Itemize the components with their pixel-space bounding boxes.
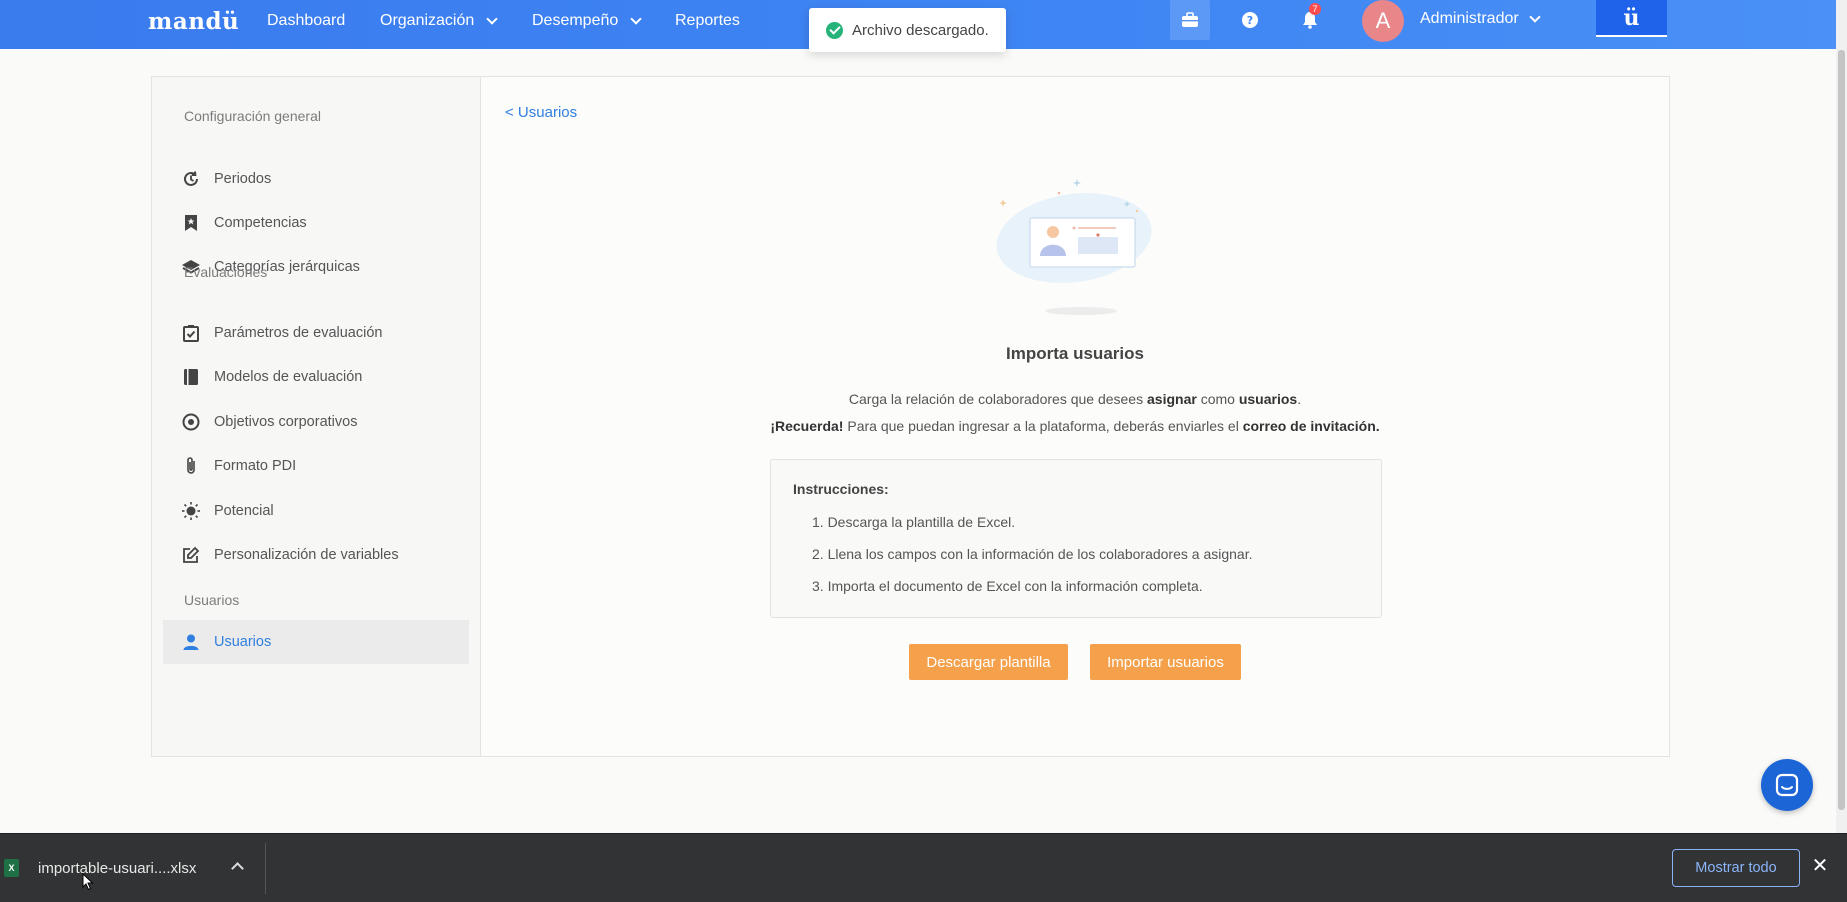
description-bold: ¡Recuerda! — [770, 418, 844, 434]
sidebar-item-label: Periodos — [214, 171, 272, 187]
target-icon — [181, 412, 201, 432]
description-text: Carga la relación de colaboradores que d… — [848, 391, 1147, 407]
show-all-downloads-button[interactable]: Mostrar todo — [1672, 849, 1800, 887]
download-toast: Archivo descargado. — [809, 8, 1006, 52]
description-bold: correo de invitación. — [1242, 418, 1380, 434]
page-scrollbar[interactable] — [1836, 0, 1847, 833]
user-name: Administrador — [1420, 10, 1519, 27]
sidebar-item-label: Parámetros de evaluación — [214, 325, 383, 341]
instruction-step: 2. Llena los campos con la información d… — [812, 546, 1253, 562]
bulb-icon — [181, 501, 201, 521]
check-circle-icon — [826, 21, 843, 39]
chevron-down-icon — [630, 12, 642, 25]
description-text: . — [1297, 391, 1302, 407]
avatar[interactable]: A — [1362, 0, 1404, 42]
settings-card: Configuración general Periodos Competenc… — [151, 76, 1670, 757]
description-line-1: Carga la relación de colaboradores que d… — [481, 391, 1669, 407]
nav-dashboard[interactable]: Dashboard — [267, 12, 345, 30]
download-file-name[interactable]: importable-usuari....xlsx — [38, 860, 196, 877]
bookmark-icon — [181, 213, 201, 233]
nav-dashboard-label: Dashboard — [267, 12, 346, 29]
settings-sidebar: Configuración general Periodos Competenc… — [152, 77, 481, 756]
nav-reportes[interactable]: Reportes — [675, 12, 740, 30]
description-text: como — [1196, 391, 1239, 407]
import-users-illustration — [996, 179, 1152, 315]
instruction-step: 1. Descarga la plantilla de Excel. — [812, 514, 1016, 530]
sidebar-item-periodos[interactable]: Periodos — [163, 157, 469, 201]
paperclip-icon — [181, 456, 201, 476]
notification-badge: 7 — [1309, 3, 1321, 15]
toast-message: Archivo descargado. — [852, 21, 989, 39]
chevron-down-icon — [1529, 10, 1541, 23]
description-text: Para que puedan ingresar a la plataforma… — [843, 418, 1243, 434]
sidebar-item-potencial[interactable]: Potencial — [163, 489, 469, 533]
sidebar-item-label: Modelos de evaluación — [214, 369, 363, 385]
mandu-logo[interactable]: mandü — [148, 8, 239, 35]
sidebar-item-usuarios[interactable]: Usuarios — [163, 620, 469, 664]
description-bold: usuarios — [1238, 391, 1298, 407]
description-line-2: ¡Recuerda! Para que puedan ingresar a la… — [481, 418, 1669, 434]
chevron-up-icon[interactable] — [231, 862, 244, 875]
history-icon — [181, 169, 201, 189]
notifications-button[interactable]: 7 — [1290, 0, 1330, 40]
sidebar-item-label: Usuarios — [214, 634, 272, 650]
book-icon — [181, 367, 201, 387]
page-title: Importa usuarios — [1006, 344, 1144, 363]
briefcase-icon — [1182, 12, 1198, 27]
section-title-usuarios: Usuarios — [184, 592, 240, 608]
back-link-usuarios[interactable]: < Usuarios — [505, 104, 577, 121]
nav-desempeno[interactable]: Desempeño — [532, 12, 642, 30]
sidebar-item-parametros[interactable]: Parámetros de evaluación — [163, 311, 469, 355]
excel-file-icon: X — [4, 859, 19, 877]
download-template-button[interactable]: Descargar plantilla — [909, 644, 1068, 680]
briefcase-button[interactable] — [1170, 0, 1210, 40]
sidebar-item-label: Competencias — [214, 215, 307, 231]
sidebar-item-modelos[interactable]: Modelos de evaluación — [163, 355, 469, 399]
section-title-config: Configuración general — [184, 108, 321, 124]
scrollbar-thumb[interactable] — [1838, 50, 1845, 810]
chat-launcher-button[interactable] — [1761, 759, 1813, 811]
download-bar-divider — [265, 843, 266, 894]
nav-desempeno-label: Desempeño — [532, 12, 619, 29]
sidebar-item-objetivos[interactable]: Objetivos corporativos — [163, 400, 469, 444]
mouse-cursor-icon — [82, 873, 94, 891]
checklist-icon — [181, 323, 201, 343]
description-bold: asignar — [1147, 391, 1197, 407]
instructions-box: Instrucciones: 1. Descarga la plantilla … — [770, 459, 1382, 618]
sidebar-item-competencias[interactable]: Competencias — [163, 201, 469, 245]
import-users-panel: < Usuarios Importa usuarios Carga la rel… — [481, 77, 1669, 756]
browser-download-bar: X importable-usuari....xlsx Mostrar todo… — [0, 833, 1847, 902]
sidebar-item-personalizacion[interactable]: Personalización de variables — [163, 533, 469, 577]
chat-icon — [1775, 773, 1799, 797]
sidebar-item-label: Personalización de variables — [214, 547, 399, 563]
edit-icon — [181, 545, 201, 565]
sidebar-item-label: Potencial — [214, 503, 274, 519]
close-icon[interactable]: ✕ — [1810, 856, 1830, 876]
nav-organizacion[interactable]: Organización — [380, 12, 498, 30]
brand-button[interactable]: ü — [1596, 0, 1667, 37]
instruction-step: 3. Importa el documento de Excel con la … — [812, 578, 1203, 594]
help-button[interactable]: ? — [1230, 0, 1270, 40]
section-title-evaluaciones: Evaluaciones — [184, 264, 268, 280]
instructions-title: Instrucciones: — [793, 481, 889, 497]
sidebar-item-label: Objetivos corporativos — [214, 414, 358, 430]
nav-reportes-label: Reportes — [675, 12, 740, 29]
user-icon — [181, 632, 201, 652]
import-users-button[interactable]: Importar usuarios — [1090, 644, 1241, 680]
help-icon: ? — [1242, 12, 1258, 28]
sidebar-item-formato-pdi[interactable]: Formato PDI — [163, 444, 469, 488]
svg-text:?: ? — [1247, 14, 1253, 27]
chevron-down-icon — [486, 12, 498, 25]
nav-organizacion-label: Organización — [380, 12, 475, 29]
user-menu[interactable]: Administrador — [1420, 10, 1541, 28]
sidebar-item-label: Formato PDI — [214, 458, 297, 474]
